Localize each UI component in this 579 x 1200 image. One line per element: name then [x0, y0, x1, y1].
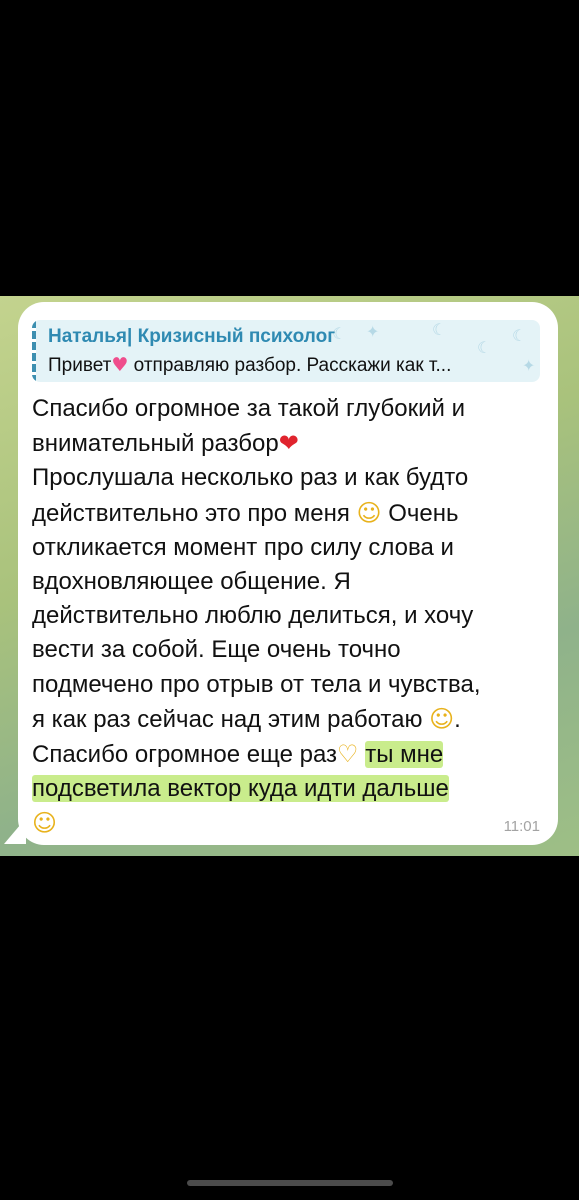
star-pattern-icon: ✦	[522, 356, 536, 375]
reply-bar	[32, 320, 36, 382]
reply-preview[interactable]: ☾ ✦ ☾ ☾ ☾ ✦ Наталья| Кризисный психолог …	[32, 320, 540, 382]
message-line: ☺	[32, 806, 552, 841]
message-text: Спасибо огромное за такой глубокий и вни…	[32, 392, 552, 842]
message-line: откликается момент про силу слова и	[32, 533, 454, 561]
message-line: подсветила вектор куда идти дальше	[32, 772, 552, 806]
growing-heart-icon: ♥	[111, 354, 129, 376]
message-line: Спасибо огромное за такой глубокий и	[32, 395, 466, 422]
home-indicator[interactable]	[187, 1180, 393, 1186]
red-heart-icon: ❤	[278, 429, 299, 458]
message-bubble[interactable]: ☾ ✦ ☾ ☾ ☾ ✦ Наталья| Кризисный психолог …	[18, 302, 558, 845]
message-line-text: .	[454, 705, 461, 733]
message-line: вдохновляющее общение. Я	[32, 568, 351, 596]
message-line: Прослушала несколько раз и как будто	[32, 464, 469, 492]
star-pattern-icon: ✦	[366, 322, 380, 341]
highlighted-text: подсветила вектор куда идти дальше	[32, 775, 449, 803]
message-time: 11:01	[503, 818, 540, 835]
moon-pattern-icon: ☾	[477, 338, 492, 357]
message-line: подмечено про отрыв от тела и чувства,	[32, 670, 481, 698]
message-line-text: я как раз сейчас над этим работаю	[32, 705, 423, 733]
message-line: действительно люблю делиться, и хочу	[32, 602, 474, 630]
hugging-face-icon: ☺	[32, 809, 58, 838]
reply-text-start: Привет	[48, 355, 112, 376]
message-line-text: Спасибо огромное еще раз	[32, 741, 338, 769]
message-line-text: действительно это про меня	[32, 499, 350, 527]
moon-pattern-icon: ☾	[512, 326, 527, 345]
message-line: я как раз сейчас над этим работаю ☺.	[32, 702, 552, 737]
reply-text-end: отправляю разбор. Расскажи как т...	[128, 355, 452, 376]
reply-sender: Наталья| Кризисный психолог	[48, 326, 336, 347]
message-line-text: внимательный разбор	[32, 430, 279, 458]
message-line: Спасибо огромное еще раз♡ ты мне	[32, 737, 552, 772]
message-line: действительно это про меня ☺ Очень	[32, 496, 552, 531]
message-line: вести за собой. Еще очень точно	[32, 636, 401, 664]
heart-hands-icon: ♡	[337, 740, 359, 769]
relieved-face-icon: ☺	[356, 498, 382, 527]
smiling-face-icon: ☺	[429, 704, 455, 733]
highlighted-text: ты мне	[365, 741, 444, 769]
moon-pattern-icon: ☾	[432, 320, 447, 339]
message-line-text: Очень	[381, 499, 459, 527]
reply-text: Привет♥ отправляю разбор. Расскажи как т…	[48, 354, 451, 377]
message-line: внимательный разбор❤	[32, 426, 552, 461]
